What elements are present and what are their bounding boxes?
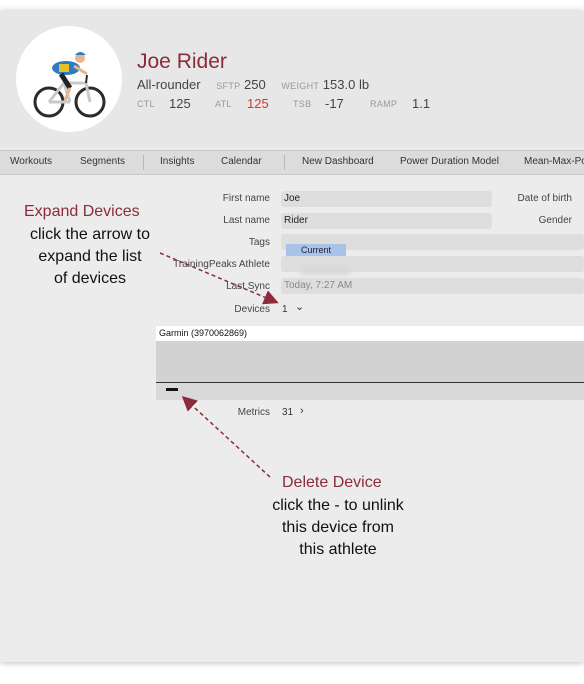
note-line: of devices	[53, 270, 127, 287]
annotation-arrows	[159, 252, 279, 478]
delete-device-title: Delete Device	[282, 474, 382, 491]
note-line: this device from	[281, 519, 395, 536]
athlete-window: Joe Rider All-rounder SFTP 250 WEIGHT 15…	[0, 10, 584, 662]
delete-arrow	[181, 395, 271, 478]
note-line: expand the list	[38, 248, 142, 265]
expand-devices-title: Expand Devices	[24, 203, 140, 220]
note-line: this athlete	[299, 541, 377, 558]
delete-device-note: click the - to unlink this device from t…	[248, 495, 428, 561]
expand-arrow	[159, 252, 279, 305]
note-line: click the - to unlink	[272, 497, 404, 514]
note-line: click the arrow to	[29, 226, 151, 243]
expand-devices-note: click the arrow to expand the list of de…	[12, 224, 168, 290]
